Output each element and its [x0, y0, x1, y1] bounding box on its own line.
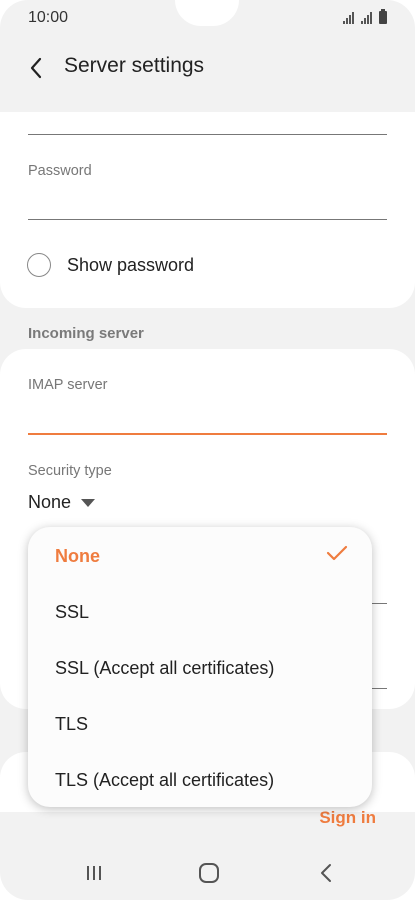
app-bar: Server settings — [0, 36, 415, 100]
camera-notch — [175, 0, 239, 26]
back-nav-button[interactable] — [311, 861, 341, 885]
imap-server-label: IMAP server — [28, 377, 108, 393]
port-field-underline[interactable] — [372, 603, 387, 604]
chevron-left-icon — [30, 57, 42, 79]
security-type-label: Security type — [28, 463, 112, 479]
password-label: Password — [28, 163, 92, 179]
home-button[interactable] — [194, 861, 224, 885]
check-icon — [326, 545, 348, 561]
username-field-underline-2[interactable] — [372, 688, 387, 689]
caret-down-icon — [81, 498, 96, 507]
security-type-value: None — [28, 492, 72, 512]
status-time: 10:00 — [28, 9, 69, 26]
security-type-dropdown: None SSL SSL (Accept all certificates) T… — [28, 527, 372, 807]
dropdown-option-ssl[interactable]: SSL — [55, 602, 89, 623]
dropdown-option-none[interactable]: None — [55, 546, 100, 567]
status-icons — [343, 9, 387, 24]
account-card — [0, 112, 415, 308]
username-field-underline[interactable] — [28, 134, 387, 135]
back-button[interactable] — [22, 54, 50, 82]
navigation-bar — [0, 845, 415, 900]
dropdown-option-tls[interactable]: TLS — [55, 714, 88, 735]
phone-screen: 10:00 Server settings Password Show pass… — [0, 0, 415, 900]
signal-icon — [343, 12, 354, 24]
battery-icon — [379, 9, 387, 24]
page-title: Server settings — [64, 54, 205, 77]
dropdown-option-ssl-accept-all[interactable]: SSL (Accept all certificates) — [55, 658, 274, 679]
status-bar: 10:00 — [0, 0, 415, 36]
dropdown-option-tls-accept-all[interactable]: TLS (Accept all certificates) — [55, 770, 274, 791]
show-password-label[interactable]: Show password — [67, 255, 194, 276]
show-password-radio[interactable] — [27, 253, 51, 277]
security-type-select[interactable]: None — [28, 492, 96, 513]
back-icon — [321, 864, 331, 882]
incoming-server-header: Incoming server — [28, 325, 144, 342]
signal-icon-2 — [361, 12, 372, 24]
recents-icon — [87, 866, 101, 880]
home-icon — [199, 863, 219, 883]
imap-server-field[interactable] — [28, 433, 387, 435]
recents-button[interactable] — [79, 861, 109, 885]
password-field[interactable] — [28, 219, 387, 220]
sign-in-button[interactable]: Sign in — [319, 808, 376, 828]
